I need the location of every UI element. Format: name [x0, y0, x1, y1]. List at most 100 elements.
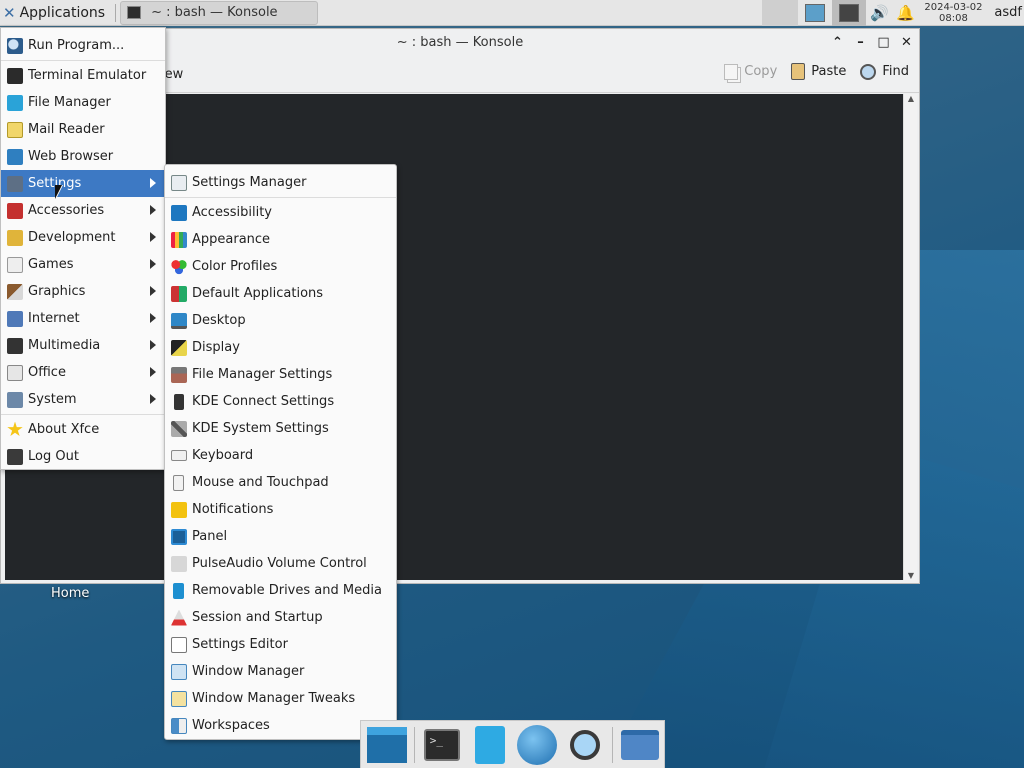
maximize-icon[interactable]: □: [877, 29, 890, 57]
find-button[interactable]: Find: [860, 63, 909, 80]
dock-terminal[interactable]: >_: [418, 722, 466, 768]
dock-web-browser[interactable]: [513, 722, 561, 768]
logout-icon: [7, 448, 23, 465]
menu-item-office[interactable]: Office: [1, 359, 165, 386]
copy-button[interactable]: Copy: [724, 63, 778, 80]
window-title: ~ : bash — Konsole: [396, 35, 524, 50]
dock-show-desktop[interactable]: [363, 722, 411, 768]
menu-item-session-and-startup[interactable]: Session and Startup: [165, 604, 396, 631]
menu-item-label: Mouse and Touchpad: [192, 475, 329, 490]
menu-item-window-manager[interactable]: Window Manager: [165, 658, 396, 685]
user-name[interactable]: asdf: [988, 5, 1024, 20]
workspace-2[interactable]: [832, 0, 867, 26]
dock-file-manager[interactable]: [466, 722, 514, 768]
menu-item-label: Display: [192, 340, 240, 355]
chevron-right-icon: [150, 205, 156, 215]
menu-item-log-out[interactable]: Log Out: [1, 443, 165, 470]
menu-item-file-manager-settings[interactable]: File Manager Settings: [165, 361, 396, 388]
menu-item-about-xfce[interactable]: About Xfce: [1, 416, 165, 443]
chevron-right-icon: [150, 367, 156, 377]
menu-item-window-manager-tweaks[interactable]: Window Manager Tweaks: [165, 685, 396, 712]
chevron-right-icon: [150, 286, 156, 296]
display-icon: [171, 339, 187, 356]
color-profiles-icon: [171, 258, 187, 275]
removable-drive-icon: [173, 582, 184, 599]
applications-menu-button[interactable]: ✕ Applications: [0, 0, 111, 26]
menu-item-kde-system-settings[interactable]: KDE System Settings: [165, 415, 396, 442]
bottom-dock: >_: [360, 720, 665, 768]
close-icon[interactable]: ✕: [900, 29, 913, 57]
menu-item-label: Window Manager: [192, 664, 305, 679]
terminal-icon: >_: [423, 728, 460, 761]
menu-item-file-manager[interactable]: File Manager: [1, 89, 165, 116]
menu-item-web-browser[interactable]: Web Browser: [1, 143, 165, 170]
keep-above-icon[interactable]: ⌃: [831, 29, 844, 57]
menu-item-desktop[interactable]: Desktop: [165, 307, 396, 334]
settings-submenu: Settings Manager Accessibility Appearance C…: [164, 164, 397, 740]
dock-app-finder[interactable]: [561, 722, 609, 768]
menu-item-settings[interactable]: Settings: [1, 170, 165, 197]
dock-separator: [413, 726, 415, 763]
menu-item-system[interactable]: System: [1, 386, 165, 413]
paste-button[interactable]: Paste: [791, 63, 846, 80]
scroll-up-icon[interactable]: ▲: [904, 94, 918, 103]
menu-item-keyboard[interactable]: Keyboard: [165, 442, 396, 469]
menu-item-label: Graphics: [28, 284, 86, 299]
development-icon: [7, 229, 23, 246]
applications-label: Applications: [19, 4, 106, 21]
menu-item-multimedia[interactable]: Multimedia: [1, 332, 165, 359]
menu-item-accessories[interactable]: Accessories: [1, 197, 165, 224]
menu-item-internet[interactable]: Internet: [1, 305, 165, 332]
chevron-right-icon: [150, 259, 156, 269]
menu-item-label: Window Manager Tweaks: [192, 691, 356, 706]
menu-item-games[interactable]: Games: [1, 251, 165, 278]
minimize-icon[interactable]: –: [854, 29, 867, 57]
menu-item-settings-manager[interactable]: Settings Manager: [165, 169, 396, 196]
menu-item-mail-reader[interactable]: Mail Reader: [1, 116, 165, 143]
menu-item-label: Removable Drives and Media: [192, 583, 382, 598]
menu-item-pulseaudio-volume-control[interactable]: PulseAudio Volume Control: [165, 550, 396, 577]
workspace-icon: [805, 3, 826, 22]
notification-bell-icon[interactable]: 🔔: [892, 0, 918, 26]
menu-item-graphics[interactable]: Graphics: [1, 278, 165, 305]
copy-label: Copy: [744, 64, 778, 79]
scroll-down-icon[interactable]: ▼: [904, 571, 918, 580]
terminal-icon: [7, 67, 23, 84]
workspace-1[interactable]: [798, 0, 832, 26]
graphics-icon: [7, 283, 23, 300]
menu-item-accessibility[interactable]: Accessibility: [165, 199, 396, 226]
search-icon: [7, 37, 23, 54]
dock-folder[interactable]: [616, 722, 664, 768]
mouse-cursor: [55, 185, 62, 199]
menu-item-development[interactable]: Development: [1, 224, 165, 251]
clock[interactable]: 2024-03-02 08:08: [918, 2, 988, 24]
menu-item-display[interactable]: Display: [165, 334, 396, 361]
volume-icon[interactable]: 🔊: [866, 0, 892, 26]
menu-item-color-profiles[interactable]: Color Profiles: [165, 253, 396, 280]
menu-item-appearance[interactable]: Appearance: [165, 226, 396, 253]
desktop-icon-home-label[interactable]: Home: [51, 586, 89, 601]
menu-item-settings-editor[interactable]: Settings Editor: [165, 631, 396, 658]
menu-item-notifications[interactable]: Notifications: [165, 496, 396, 523]
menu-item-label: Settings Editor: [192, 637, 288, 652]
menu-item-kde-connect-settings[interactable]: KDE Connect Settings: [165, 388, 396, 415]
accessibility-icon: [171, 204, 187, 221]
taskbar-button-konsole[interactable]: ~ : bash — Konsole: [120, 0, 319, 25]
applications-menu: Run Program... Terminal Emulator File Mana…: [0, 27, 166, 470]
menu-item-label: System: [28, 392, 77, 407]
menu-item-label: Session and Startup: [192, 610, 323, 625]
find-icon: [860, 63, 877, 80]
star-icon: [7, 421, 23, 437]
terminal-scrollbar[interactable]: ▲ ▼: [903, 94, 917, 580]
menu-item-mouse-and-touchpad[interactable]: Mouse and Touchpad: [165, 469, 396, 496]
menu-item-label: Web Browser: [28, 149, 114, 164]
menu-item-run-program[interactable]: Run Program...: [1, 32, 165, 59]
menu-item-panel[interactable]: Panel: [165, 523, 396, 550]
menu-item-terminal-emulator[interactable]: Terminal Emulator: [1, 62, 165, 89]
menu-item-removable-drives-and-media[interactable]: Removable Drives and Media: [165, 577, 396, 604]
rocket-icon: [171, 609, 187, 626]
menu-item-label: Panel: [192, 529, 228, 544]
clock-time: 08:08: [939, 12, 968, 24]
menu-item-label: Games: [28, 257, 74, 272]
menu-item-default-applications[interactable]: Default Applications: [165, 280, 396, 307]
